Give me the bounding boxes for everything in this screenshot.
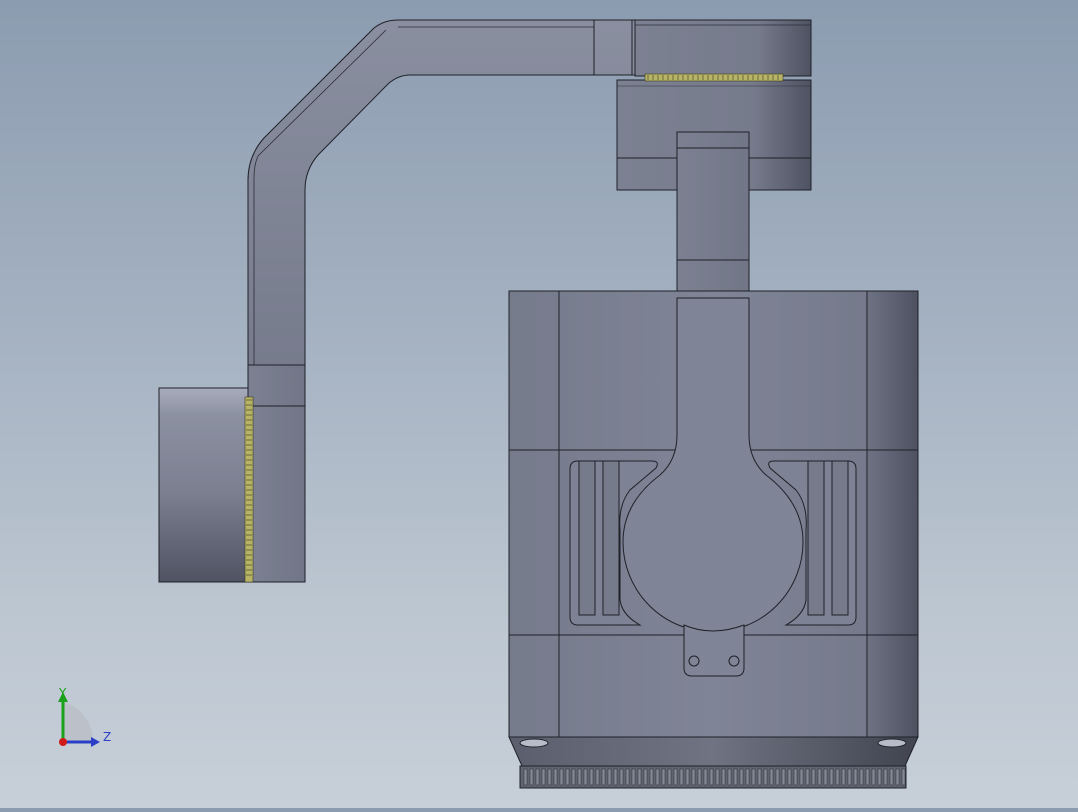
gimbal-model	[158, 19, 919, 789]
roll-motor	[158, 364, 306, 583]
bearing-top	[644, 73, 784, 82]
x-axis-dot	[59, 738, 67, 746]
y-axis-label: Y	[59, 686, 67, 700]
coordinate-triad: Y Z	[48, 684, 128, 764]
lens-ring	[508, 736, 919, 789]
tilt-arm	[676, 131, 750, 299]
camera-body	[508, 290, 919, 738]
model-viewport[interactable]: Y Z	[0, 0, 1078, 808]
z-axis-label: Z	[103, 730, 112, 744]
